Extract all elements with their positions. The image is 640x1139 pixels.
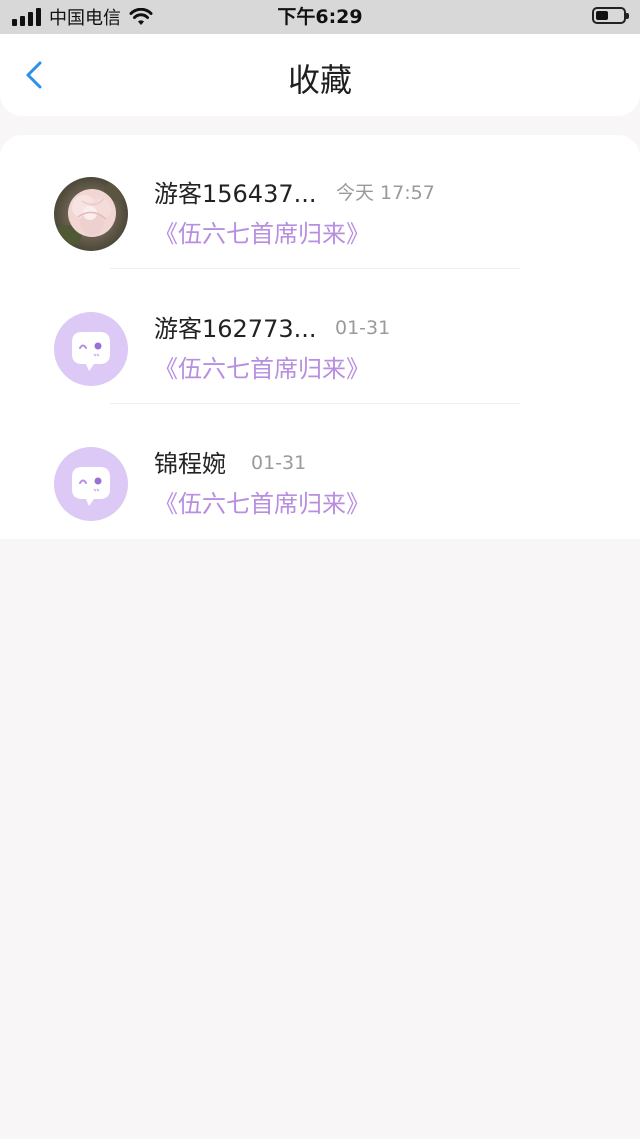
- drama-title-link[interactable]: 《伍六七首席归来》: [154, 219, 370, 249]
- timestamp: 今天 17:57: [336, 182, 435, 204]
- user-name: 锦程婉: [154, 450, 226, 478]
- drama-title-link[interactable]: 《伍六七首席归来》: [154, 489, 370, 519]
- battery-fill: [596, 11, 608, 20]
- avatar: [54, 447, 128, 521]
- user-name: 游客162773...: [154, 315, 317, 343]
- default-avatar-icon: [72, 332, 110, 371]
- list-item[interactable]: 游客162773... 01-31 《伍六七首席归来》: [0, 270, 640, 405]
- avatar: [54, 177, 128, 251]
- status-bar: 中国电信 下午6:29: [0, 0, 640, 34]
- default-avatar-icon: [72, 467, 110, 506]
- page-title: 收藏: [287, 61, 352, 99]
- drama-title-link[interactable]: 《伍六七首席归来》: [154, 354, 370, 384]
- divider: [110, 403, 520, 404]
- divider: [110, 268, 520, 269]
- battery-icon: [592, 7, 629, 24]
- avatar: [54, 312, 128, 386]
- user-name: 游客156437...: [154, 180, 317, 208]
- list-item[interactable]: 锦程婉 01-31 《伍六七首席归来》: [0, 405, 640, 540]
- nav-bar: 收藏: [0, 34, 640, 116]
- timestamp: 01-31: [251, 452, 307, 474]
- timestamp: 01-31: [335, 317, 391, 339]
- list-item[interactable]: 游客156437... 今天 17:57 《伍六七首席归来》: [0, 135, 640, 270]
- status-time: 下午6:29: [277, 6, 363, 28]
- flower-avatar-image: [54, 177, 128, 251]
- favorites-list: 游客156437... 今天 17:57 《伍六七首席归来》 游客162773.…: [0, 135, 640, 539]
